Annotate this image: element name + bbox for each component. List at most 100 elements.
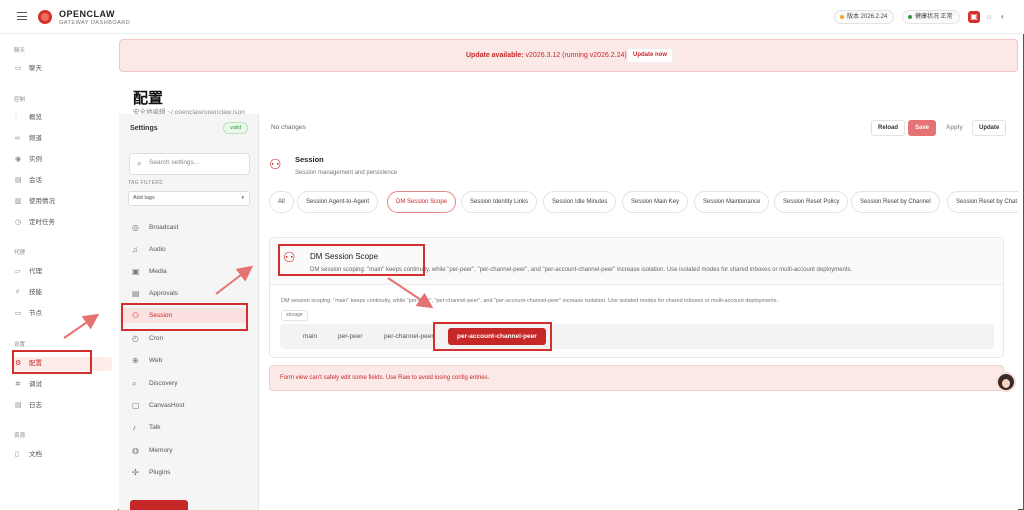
chip-main-key[interactable]: Session Main Key: [622, 191, 689, 213]
nav-item-usage[interactable]: ▥ 使用情况: [14, 195, 112, 209]
chip-dm-session-scope[interactable]: DM Session Scope: [387, 191, 457, 213]
settings-item-label: Web: [149, 357, 163, 364]
nav-item-logs[interactable]: ▤ 日志: [14, 399, 112, 413]
nav-section-label: 设置: [14, 342, 26, 348]
settings-item-label: Discovery: [149, 380, 178, 387]
version-badge: 版本 2026.2.24: [834, 10, 895, 24]
settings-item-cron[interactable]: ◴ Cron: [132, 331, 248, 346]
settings-item-talk[interactable]: ♪ Talk: [132, 420, 248, 435]
users-icon: ⚇: [269, 156, 282, 172]
nav-item-nodes[interactable]: ▭ 节点: [14, 307, 112, 321]
chip-all[interactable]: All: [269, 191, 294, 213]
update-version-text: v2026.3.12 (running v2026.2.24).: [523, 52, 629, 59]
highlight-box: [121, 303, 248, 331]
chip-identity-links[interactable]: Session Identity Links: [461, 191, 538, 213]
nav-item-skills[interactable]: ⚡ 技能: [14, 286, 112, 300]
settings-item-label: Broadcast: [149, 224, 179, 231]
section-title: Session: [295, 155, 324, 164]
chip-agent-to-agent[interactable]: Session Agent-to-Agent: [297, 191, 379, 213]
option-main[interactable]: main: [303, 324, 317, 349]
folder-icon: ▱: [15, 268, 21, 275]
settings-item-broadcast[interactable]: ◎ Broadcast: [132, 220, 248, 235]
chip-reset-by-channel[interactable]: Session Reset by Channel: [851, 191, 940, 213]
nav-item-chat[interactable]: ▭ 聊天: [14, 62, 112, 76]
search-icon: ⌕: [137, 159, 142, 168]
nav-item-label: 技能: [29, 289, 42, 296]
settings-item-label: Media: [149, 268, 167, 275]
nav-item-cron[interactable]: ◷ 定时任务: [14, 216, 112, 230]
settings-item-label: Approvals: [149, 290, 178, 297]
menu-icon[interactable]: [17, 12, 27, 20]
settings-item-web[interactable]: ⊕ Web: [132, 353, 248, 368]
settings-search-input[interactable]: [149, 159, 245, 166]
assistant-avatar[interactable]: [996, 372, 1016, 392]
nav-item-label: 使用情况: [29, 198, 55, 205]
nav-item-debug[interactable]: ✲ 调试: [14, 378, 112, 392]
nav-item-agents[interactable]: ▱ 代理: [14, 265, 112, 279]
log-icon: ▤: [15, 402, 22, 409]
nav-item-docs[interactable]: ▯ 文档: [14, 448, 112, 462]
clipboard-icon: ▤: [132, 289, 140, 298]
settings-item-memory[interactable]: ◍ Memory: [132, 443, 248, 458]
nav-item-label: 聊天: [29, 65, 42, 72]
apply-button[interactable]: Apply: [939, 120, 970, 136]
nav-section-label: 控制: [14, 97, 26, 103]
logo-icon: [38, 10, 52, 24]
page-title: 配置: [133, 90, 164, 107]
nav-item-instances[interactable]: ◉ 实例: [14, 153, 112, 167]
highlight-box: [12, 350, 92, 374]
bolt-icon: ⚡: [15, 289, 20, 296]
scope-segmented-control: main per-peer per-channel-peer per-accou…: [280, 324, 994, 349]
nav-item-overview[interactable]: ⫶ 概览: [14, 111, 112, 125]
chip-idle-minutes[interactable]: Session Idle Minutes: [543, 191, 617, 213]
book-icon: ▯: [15, 451, 19, 458]
nav-section-label: 代理: [14, 250, 26, 256]
highlight-box: [433, 322, 552, 351]
option-per-peer[interactable]: per-peer: [338, 324, 363, 349]
save-button[interactable]: Save: [908, 120, 937, 136]
nav-item-label: 会话: [29, 177, 42, 184]
chip-reset-by-chat-type[interactable]: Session Reset by Chat Type: [947, 191, 1018, 213]
nav-item-channels[interactable]: ∞ 频道: [14, 132, 112, 146]
settings-item-label: Audio: [149, 246, 166, 253]
settings-item-plugins[interactable]: ✣ Plugins: [132, 465, 248, 480]
section-description: Session management and persistence: [295, 170, 398, 176]
update-button[interactable]: Update: [972, 120, 1007, 136]
settings-item-approvals[interactable]: ▤ Approvals: [132, 286, 248, 301]
tag-select[interactable]: Add tags ▾: [128, 191, 250, 206]
sun-icon[interactable]: ☼: [983, 11, 995, 23]
brand-subtitle: GATEWAY DASHBOARD: [59, 20, 131, 26]
nav-item-label: 概览: [29, 114, 42, 121]
health-label: 健康状况 正常: [915, 14, 953, 20]
option-per-channel-peer[interactable]: per-channel-peer: [384, 324, 434, 349]
update-now-button[interactable]: Update now: [627, 48, 673, 63]
update-message: Update available: v2026.3.12 (running v2…: [466, 52, 629, 59]
settings-item-label: Talk: [149, 424, 161, 431]
monitor-icon[interactable]: ▣: [968, 11, 980, 23]
chip-maintenance[interactable]: Session Maintenance: [694, 191, 770, 213]
settings-search[interactable]: ⌕: [129, 153, 250, 175]
canvas-icon: ▢: [132, 401, 140, 410]
moon-icon[interactable]: ◐: [997, 11, 1009, 23]
chevron-down-icon: ▾: [241, 195, 244, 201]
settings-item-label: Cron: [149, 335, 164, 342]
chip-reset-policy[interactable]: Session Reset Policy: [774, 191, 849, 213]
highlight-box: [278, 244, 425, 276]
form-warning: Form view can't safely edit some fields.…: [269, 365, 1004, 391]
nav-item-sessions[interactable]: ▤ 会话: [14, 174, 112, 188]
settings-item-media[interactable]: ▣ Media: [132, 264, 248, 279]
search-icon: ⌕: [132, 379, 137, 388]
reload-button[interactable]: Reload: [871, 120, 906, 136]
document-icon: ▤: [15, 177, 22, 184]
settings-item-canvashost[interactable]: ▢ CanvasHost: [132, 398, 248, 413]
nav-section-label: 资源: [14, 433, 26, 439]
plugin-icon: ✣: [132, 468, 139, 477]
brand-name: OPENCLAW: [59, 9, 116, 19]
settings-item-discovery[interactable]: ⌕ Discovery: [132, 376, 248, 391]
warning-text: Form view can't safely edit some fields.…: [280, 375, 490, 381]
monitor-icon: ▭: [15, 310, 22, 317]
section-chips: All Session Agent-to-Agent DM Session Sc…: [259, 191, 1018, 214]
raw-toggle-button[interactable]: [130, 500, 188, 510]
settings-item-audio[interactable]: ♫ Audio: [132, 242, 248, 257]
settings-item-label: Memory: [149, 447, 173, 454]
